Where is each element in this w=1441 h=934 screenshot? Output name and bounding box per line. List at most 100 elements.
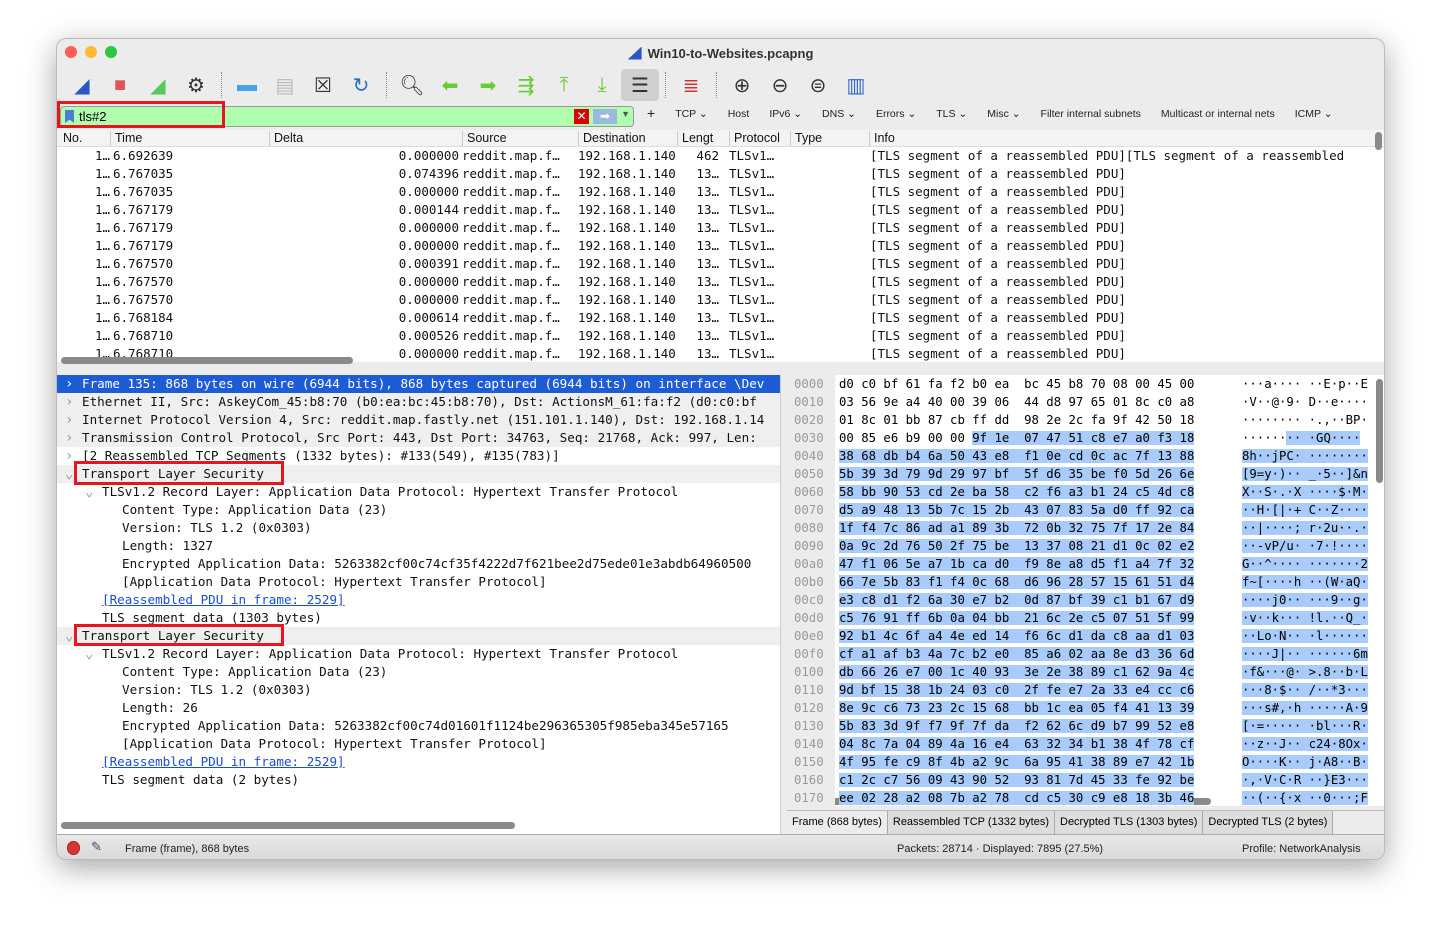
packet-row[interactable]: 1… 6.767179 0.000000 reddit.map.f… 192.168.1…	[57, 219, 1384, 237]
shark-fin-start-button[interactable]: ◢	[63, 69, 101, 101]
minimize-window-button[interactable]	[85, 46, 97, 58]
last-packet-button[interactable]: ⤓	[583, 69, 621, 101]
hex-row[interactable]: 0050 5b 39 3d 79 9d 29 97 bf 5f d6 35 be …	[787, 465, 1384, 483]
hex-row[interactable]: 0030 00 85 e6 b9 00 00 9f 1e 07 47 51 c8 …	[787, 429, 1384, 447]
hex-row[interactable]: 0110 9d bf 15 38 1b 24 03 c0 2f fe e7 2a …	[787, 681, 1384, 699]
hex-row[interactable]: 0070 d5 a9 48 13 5b 7c 15 2b 43 07 83 5a …	[787, 501, 1384, 519]
capture-options-button[interactable]: ⚙	[177, 69, 215, 101]
capture-comment-icon[interactable]: ✎	[91, 839, 102, 855]
hex-row[interactable]: 0060 58 bb 90 53 cd 2e ba 58 c2 f6 a3 b1 …	[787, 483, 1384, 501]
column-header[interactable]: Delta	[269, 131, 303, 146]
filter-button[interactable]: TCP ⌄	[675, 108, 708, 121]
hex-row[interactable]: 00f0 cf a1 af b3 4a 7c b2 e0 85 a6 02 aa …	[787, 645, 1384, 663]
stop-capture-button[interactable]: ■	[101, 69, 139, 101]
hex-row[interactable]: 00b0 66 7e 5b 83 f1 f4 0c 68 d6 96 28 57 …	[787, 573, 1384, 591]
detail-tree-item[interactable]: Content Type: Application Data (23)	[57, 501, 780, 519]
hex-row[interactable]: 0080 1f f4 7c 86 ad a1 89 3b 72 0b 32 75 …	[787, 519, 1384, 537]
file-button[interactable]: ▤	[266, 69, 304, 101]
byte-tab[interactable]: Frame (868 bytes)	[787, 811, 888, 834]
hex-row[interactable]: 0150 4f 95 fe c9 8f 4b a2 9c 6a 95 41 38 …	[787, 753, 1384, 771]
byte-tab[interactable]: Decrypted TLS (1303 bytes)	[1055, 811, 1204, 834]
hex-row[interactable]: 0020 01 8c 01 bb 87 cb ff dd 98 2e 2c fa …	[787, 411, 1384, 429]
packet-row[interactable]: 1… 6.767179 0.000000 reddit.map.f… 192.168.1…	[57, 237, 1384, 255]
clear-filter-icon[interactable]: ✕	[574, 109, 589, 124]
byte-tab[interactable]: Reassembled TCP (1332 bytes)	[887, 811, 1055, 834]
detail-tree-item[interactable]: › Frame 135: 868 bytes on wire (6944 bits…	[57, 375, 780, 393]
normal-size-button[interactable]: ⊜	[799, 69, 837, 101]
hex-row[interactable]: 00e0 92 b1 4c 6f a4 4e ed 14 f6 6c d1 da …	[787, 627, 1384, 645]
filter-button[interactable]: Host	[728, 108, 750, 121]
open-folder-button[interactable]: ▬	[228, 69, 266, 101]
column-header[interactable]: Destination	[578, 131, 646, 146]
column-header[interactable]: Source	[462, 131, 507, 146]
go-back-button[interactable]: ⬅	[431, 69, 469, 101]
close-window-button[interactable]	[65, 46, 77, 58]
packet-list-vscrollbar[interactable]	[1375, 132, 1382, 150]
go-forward-button[interactable]: ➡	[469, 69, 507, 101]
packet-row[interactable]: 1… 6.767570 0.000000 reddit.map.f… 192.168.1…	[57, 291, 1384, 309]
filter-button[interactable]: TLS ⌄	[936, 108, 967, 121]
detail-tree-item[interactable]: Length: 26	[57, 699, 780, 717]
collapse-arrow-icon[interactable]: ⌄	[85, 483, 93, 501]
packet-row[interactable]: 1… 6.767035 0.000000 reddit.map.f… 192.168.1…	[57, 183, 1384, 201]
autoscroll-button[interactable]: ☰	[621, 69, 659, 101]
resize-columns-button[interactable]: ▥	[837, 69, 875, 101]
zoom-in-button[interactable]: ⊕	[723, 69, 761, 101]
find-button[interactable]: 🔍︎	[393, 69, 431, 101]
hex-row[interactable]: 00d0 c5 76 91 ff 6b 0a 04 bb 21 6c 2e c5 …	[787, 609, 1384, 627]
hex-row[interactable]: 0010 03 56 9e a4 40 00 39 06 44 d8 97 65 …	[787, 393, 1384, 411]
reload-file-button[interactable]: ↻	[342, 69, 380, 101]
detail-tree-item[interactable]: › Internet Protocol Version 4, Src: reddi…	[57, 411, 780, 429]
packet-row[interactable]: 1… 6.768184 0.000614 reddit.map.f… 192.168.1…	[57, 309, 1384, 327]
expert-info-icon[interactable]	[67, 841, 80, 855]
detail-tree-item[interactable]: Encrypted Application Data: 5263382cf00c…	[57, 717, 780, 735]
details-hscrollbar[interactable]	[61, 822, 515, 829]
column-header[interactable]: Lengt	[677, 131, 713, 146]
hex-row[interactable]: 0170 ee 02 28 a2 08 7b a2 78 cd c5 30 c9 …	[787, 789, 1384, 806]
column-header[interactable]: No.	[59, 131, 82, 146]
colorize-button[interactable]: ≣	[672, 69, 710, 101]
detail-tree-item[interactable]: Encrypted Application Data: 5263382cf00c…	[57, 555, 780, 573]
filter-button[interactable]: Misc ⌄	[987, 108, 1020, 121]
detail-tree-item[interactable]: [Application Data Protocol: Hypertext Tr…	[57, 573, 780, 591]
column-header[interactable]: Info	[869, 131, 895, 146]
collapse-arrow-icon[interactable]: ⌄	[65, 465, 73, 483]
detail-tree-item[interactable]: ⌄ TLSv1.2 Record Layer: Application Data …	[57, 483, 780, 501]
filter-button[interactable]: ICMP ⌄	[1295, 108, 1333, 121]
go-to-packet-button[interactable]: ⇶	[507, 69, 545, 101]
packet-row[interactable]: 1… 6.767570 0.000000 reddit.map.f… 192.168.1…	[57, 273, 1384, 291]
first-packet-button[interactable]: ⤒	[545, 69, 583, 101]
packet-row[interactable]: 1… 6.767035 0.074396 reddit.map.f… 192.168.1…	[57, 165, 1384, 183]
collapse-arrow-icon[interactable]: ⌄	[65, 627, 73, 645]
packet-row[interactable]: 1… 6.692639 0.000000 reddit.map.f… 192.168.1…	[57, 147, 1384, 165]
expand-arrow-icon[interactable]: ›	[65, 375, 73, 393]
filter-button[interactable]: Errors ⌄	[876, 108, 916, 121]
filter-button[interactable]: IPv6 ⌄	[769, 108, 802, 121]
expand-arrow-icon[interactable]: ›	[65, 411, 73, 429]
hex-row[interactable]: 00c0 e3 c8 d1 f2 6a 30 e7 b2 0d 87 bf 39 …	[787, 591, 1384, 609]
expand-arrow-icon[interactable]: ›	[65, 447, 73, 465]
packet-row[interactable]: 1… 6.767570 0.000391 reddit.map.f… 192.168.1…	[57, 255, 1384, 273]
detail-tree-item[interactable]: TLS segment data (2 bytes)	[57, 771, 780, 789]
filter-history-dropdown[interactable]: ▼	[621, 109, 630, 119]
detail-tree-item[interactable]: › Ethernet II, Src: AskeyCom_45:b8:70 (b0…	[57, 393, 780, 411]
detail-tree-item[interactable]: [Reassembled PDU in frame: 2529]	[57, 753, 780, 771]
add-filter-button[interactable]: +	[647, 105, 655, 121]
hex-row[interactable]: 0120 8e 9c c6 73 23 2c 15 68 bb 1c ea 05 …	[787, 699, 1384, 717]
column-header[interactable]: Protocol	[729, 131, 780, 146]
hex-row[interactable]: 0100 db 66 26 e7 00 1c 40 93 3e 2e 38 89 …	[787, 663, 1384, 681]
detail-tree-item[interactable]: [Reassembled PDU in frame: 2529]	[57, 591, 780, 609]
packet-list-hscrollbar[interactable]	[61, 357, 353, 364]
detail-tree-item[interactable]: Length: 1327	[57, 537, 780, 555]
filter-button[interactable]: DNS ⌄	[822, 108, 856, 121]
filter-button[interactable]: Multicast or internal nets	[1161, 108, 1275, 121]
detail-tree-item[interactable]: ⌄ TLSv1.2 Record Layer: Application Data …	[57, 645, 780, 663]
detail-tree-item[interactable]: Version: TLS 1.2 (0x0303)	[57, 519, 780, 537]
detail-tree-item[interactable]: › Transmission Control Protocol, Src Port…	[57, 429, 780, 447]
collapse-arrow-icon[interactable]: ⌄	[85, 645, 93, 663]
hex-row[interactable]: 0140 04 8c 7a 04 89 4a 16 e4 63 32 34 b1 …	[787, 735, 1384, 753]
detail-tree-item[interactable]: Content Type: Application Data (23)	[57, 663, 780, 681]
expand-arrow-icon[interactable]: ›	[65, 429, 73, 447]
byte-tab[interactable]: Decrypted TLS (2 bytes)	[1203, 811, 1334, 834]
apply-filter-icon[interactable]: ➡	[593, 109, 617, 124]
